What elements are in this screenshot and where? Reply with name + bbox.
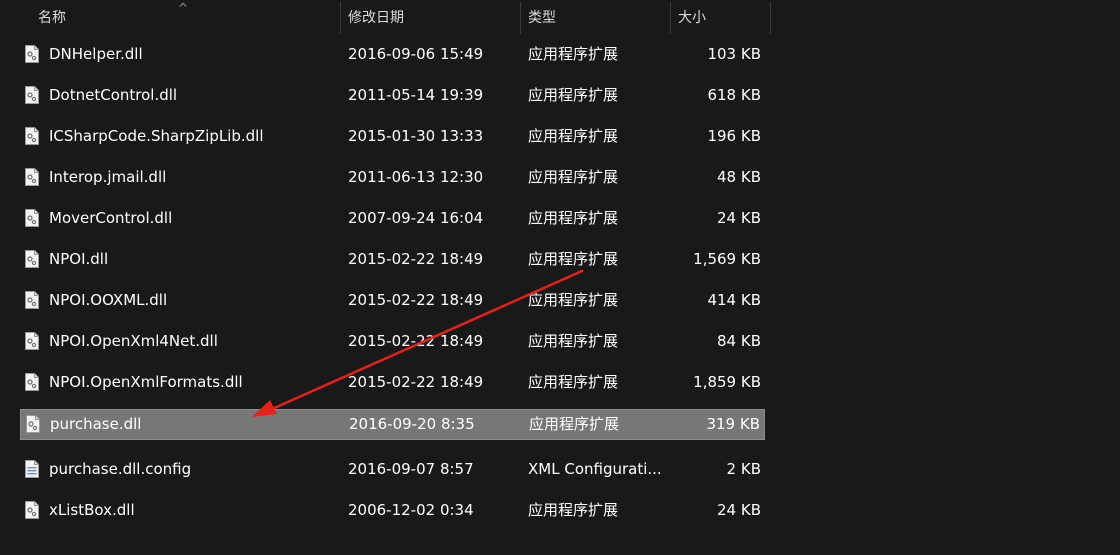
file-row[interactable]: Interop.jmail.dll 2011-06-13 12:30 应用程序扩… bbox=[20, 162, 765, 193]
file-type: 应用程序扩展 bbox=[528, 373, 619, 391]
column-divider[interactable] bbox=[520, 2, 521, 34]
file-size: 24 KB bbox=[717, 209, 761, 227]
file-row[interactable]: NPOI.OOXML.dll 2015-02-22 18:49 应用程序扩展 4… bbox=[20, 285, 765, 316]
file-date: 2011-05-14 19:39 bbox=[348, 86, 484, 104]
column-header-date-label: 修改日期 bbox=[348, 10, 404, 26]
file-name: NPOI.OpenXmlFormats.dll bbox=[49, 373, 243, 391]
dll-icon bbox=[25, 209, 39, 227]
file-explorer: 名称 ^ 修改日期 类型 大小 DNHelper.dll 2016-09-06 … bbox=[0, 0, 1120, 555]
file-row[interactable]: NPOI.OpenXml4Net.dll 2015-02-22 18:49 应用… bbox=[20, 326, 765, 357]
file-type: 应用程序扩展 bbox=[528, 127, 619, 145]
file-size: 1,859 KB bbox=[693, 373, 761, 391]
file-size: 103 KB bbox=[707, 45, 761, 63]
file-row[interactable]: xListBox.dll 2006-12-02 0:34 应用程序扩展 24 K… bbox=[20, 495, 765, 526]
file-type: 应用程序扩展 bbox=[528, 332, 619, 350]
column-divider[interactable] bbox=[670, 2, 671, 34]
file-type: 应用程序扩展 bbox=[528, 291, 619, 309]
file-date: 2006-12-02 0:34 bbox=[348, 501, 474, 519]
dll-icon bbox=[25, 86, 39, 104]
file-date: 2011-06-13 12:30 bbox=[348, 168, 484, 186]
file-name: MoverControl.dll bbox=[49, 209, 173, 227]
file-date: 2015-02-22 18:49 bbox=[348, 373, 484, 391]
dll-icon bbox=[25, 332, 39, 350]
file-type: 应用程序扩展 bbox=[528, 168, 619, 186]
column-header-date[interactable]: 修改日期 bbox=[348, 0, 520, 36]
column-header-name[interactable]: 名称 ^ bbox=[38, 0, 340, 36]
file-date: 2015-02-22 18:49 bbox=[348, 291, 484, 309]
file-size: 48 KB bbox=[717, 168, 761, 186]
file-row[interactable]: ICSharpCode.SharpZipLib.dll 2015-01-30 1… bbox=[20, 121, 765, 152]
file-size: 84 KB bbox=[717, 332, 761, 350]
file-date: 2015-02-22 18:49 bbox=[348, 250, 484, 268]
file-type: 应用程序扩展 bbox=[528, 209, 619, 227]
dll-icon bbox=[25, 168, 39, 186]
file-name: NPOI.OOXML.dll bbox=[49, 291, 168, 309]
file-row[interactable]: NPOI.dll 2015-02-22 18:49 应用程序扩展 1,569 K… bbox=[20, 244, 765, 275]
file-name: DNHelper.dll bbox=[49, 45, 143, 63]
file-row[interactable]: DotnetControl.dll 2011-05-14 19:39 应用程序扩… bbox=[20, 80, 765, 111]
file-size: 24 KB bbox=[717, 501, 761, 519]
dll-icon bbox=[25, 501, 39, 519]
dll-icon bbox=[25, 45, 39, 63]
file-row-selected[interactable]: purchase.dll 2016-09-20 8:35 应用程序扩展 319 … bbox=[20, 409, 765, 440]
file-row[interactable]: MoverControl.dll 2007-09-24 16:04 应用程序扩展… bbox=[20, 203, 765, 234]
file-row[interactable]: NPOI.OpenXmlFormats.dll 2015-02-22 18:49… bbox=[20, 367, 765, 398]
file-date: 2015-01-30 13:33 bbox=[348, 127, 484, 145]
file-name: ICSharpCode.SharpZipLib.dll bbox=[49, 127, 264, 145]
file-name: NPOI.dll bbox=[49, 250, 109, 268]
column-header-size[interactable]: 大小 bbox=[678, 0, 770, 36]
file-name: DotnetControl.dll bbox=[49, 86, 178, 104]
file-size: 1,569 KB bbox=[693, 250, 761, 268]
column-header-size-label: 大小 bbox=[678, 10, 706, 26]
file-size: 319 KB bbox=[706, 415, 760, 433]
file-size: 414 KB bbox=[707, 291, 761, 309]
file-row[interactable]: purchase.dll.config 2016-09-07 8:57 XML … bbox=[20, 454, 765, 485]
dll-icon bbox=[26, 415, 40, 433]
dll-icon bbox=[25, 127, 39, 145]
file-size: 196 KB bbox=[707, 127, 761, 145]
file-name: purchase.dll bbox=[50, 415, 142, 433]
dll-icon bbox=[25, 250, 39, 268]
dll-icon bbox=[25, 373, 39, 391]
file-type: 应用程序扩展 bbox=[528, 86, 619, 104]
file-name: xListBox.dll bbox=[49, 501, 135, 519]
column-divider[interactable] bbox=[340, 2, 341, 34]
column-header-type[interactable]: 类型 bbox=[528, 0, 670, 36]
file-type: 应用程序扩展 bbox=[528, 250, 619, 268]
file-name: Interop.jmail.dll bbox=[49, 168, 167, 186]
file-type: XML Configurati... bbox=[528, 460, 662, 478]
sort-ascending-icon: ^ bbox=[178, 1, 189, 15]
file-size: 2 KB bbox=[726, 460, 761, 478]
column-header-name-label: 名称 bbox=[38, 10, 66, 26]
file-date: 2015-02-22 18:49 bbox=[348, 332, 484, 350]
file-date: 2016-09-20 8:35 bbox=[349, 415, 475, 433]
file-size: 618 KB bbox=[707, 86, 761, 104]
file-date: 2016-09-06 15:49 bbox=[348, 45, 484, 63]
column-header-type-label: 类型 bbox=[528, 10, 556, 26]
file-name: purchase.dll.config bbox=[49, 460, 192, 478]
config-icon bbox=[25, 460, 39, 478]
file-type: 应用程序扩展 bbox=[529, 415, 620, 433]
file-row[interactable]: DNHelper.dll 2016-09-06 15:49 应用程序扩展 103… bbox=[20, 39, 765, 70]
column-divider[interactable] bbox=[770, 2, 771, 34]
file-type: 应用程序扩展 bbox=[528, 45, 619, 63]
dll-icon bbox=[25, 291, 39, 309]
column-header-bar: 名称 ^ 修改日期 类型 大小 bbox=[0, 0, 1120, 36]
file-date: 2016-09-07 8:57 bbox=[348, 460, 474, 478]
file-date: 2007-09-24 16:04 bbox=[348, 209, 484, 227]
file-name: NPOI.OpenXml4Net.dll bbox=[49, 332, 218, 350]
file-type: 应用程序扩展 bbox=[528, 501, 619, 519]
